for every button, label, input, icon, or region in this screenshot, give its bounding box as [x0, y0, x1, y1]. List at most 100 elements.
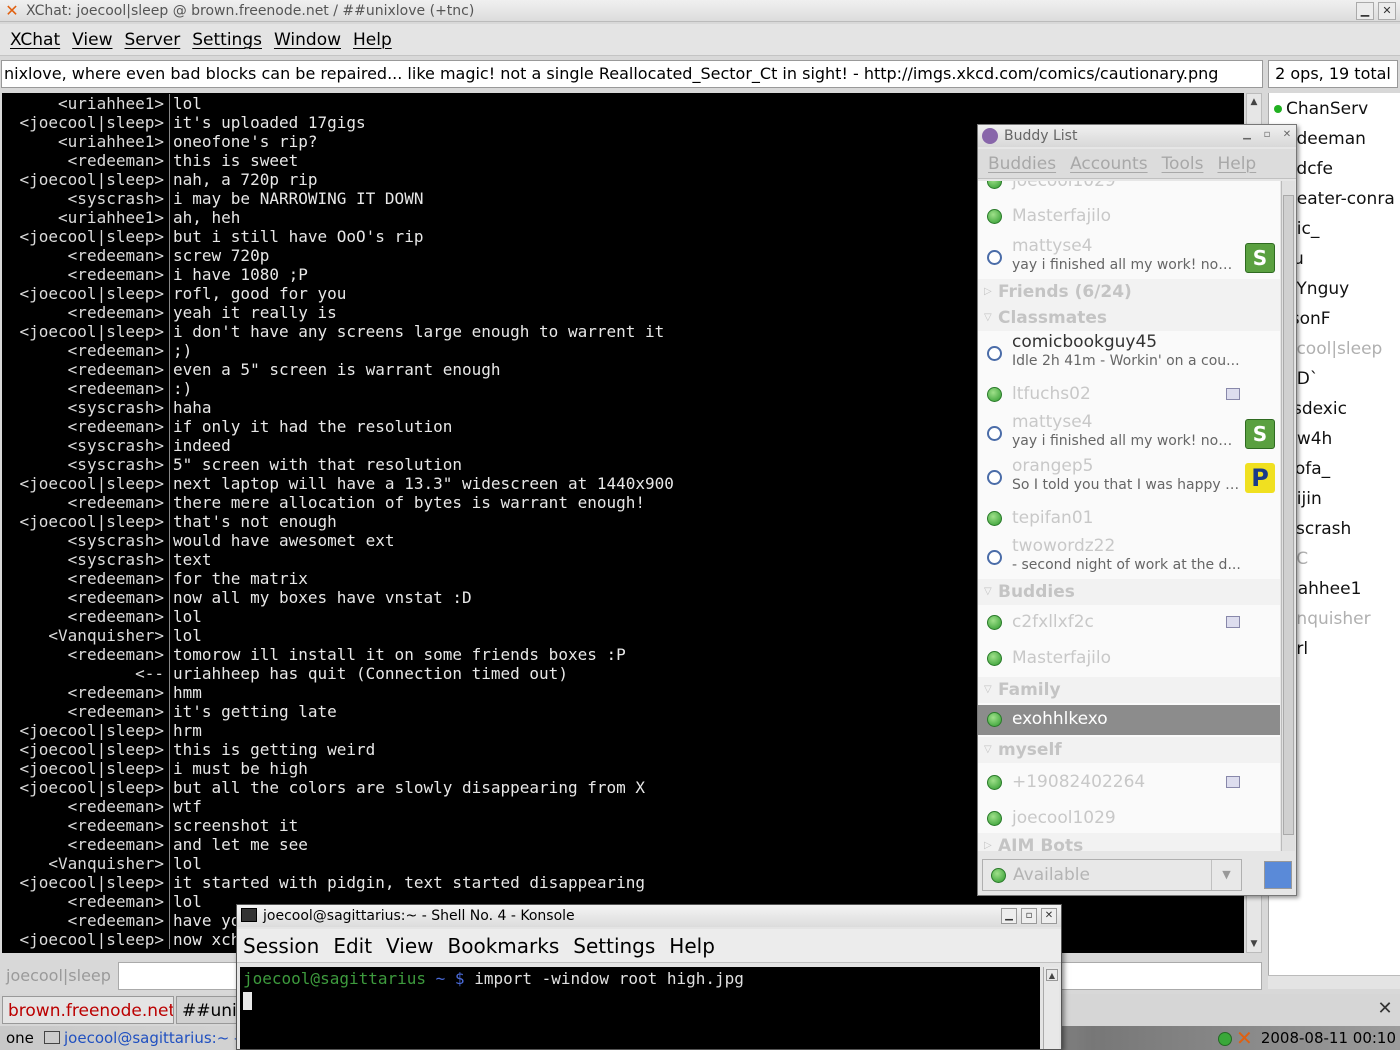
user-list-item[interactable]: ChanServ: [1269, 94, 1400, 124]
chat-nick[interactable]: <uriahhee1>: [58, 94, 164, 113]
chat-nick[interactable]: <redeeman>: [68, 417, 164, 436]
chat-nick[interactable]: <redeeman>: [68, 816, 164, 835]
close-icon[interactable]: ✕: [1280, 128, 1294, 142]
expander-closed-icon[interactable]: ▷: [984, 833, 992, 851]
chat-nick[interactable]: <syscrash>: [68, 531, 164, 550]
topic-field[interactable]: nixlove, where even bad blocks can be re…: [1, 60, 1263, 88]
scroll-up-arrow-icon[interactable]: ▲: [1046, 969, 1058, 981]
buddy-row[interactable]: twowordz22- second night of work at the …: [978, 535, 1280, 581]
menu-view[interactable]: View: [72, 24, 112, 56]
expander-closed-icon[interactable]: ▷: [984, 279, 992, 305]
chat-nick[interactable]: <syscrash>: [68, 189, 164, 208]
buddy-group-header[interactable]: ▽ Buddies: [978, 579, 1280, 605]
menu-help[interactable]: Help: [669, 929, 715, 963]
buddy-icon-button[interactable]: [1264, 861, 1292, 889]
buddy-row[interactable]: +19082402264: [978, 765, 1280, 801]
buddy-row[interactable]: Masterfajilo: [978, 199, 1280, 235]
chat-nick[interactable]: <joecool|sleep>: [20, 170, 165, 189]
buddy-row[interactable]: mattyse4 yay i finished all my work! now …: [978, 235, 1280, 281]
chat-nick[interactable]: <redeeman>: [68, 645, 164, 664]
status-selector[interactable]: Available ▼: [982, 859, 1242, 891]
chat-nick[interactable]: <syscrash>: [68, 398, 164, 417]
scroll-thumb[interactable]: [1283, 195, 1294, 835]
menu-window[interactable]: Window: [274, 24, 341, 56]
chat-nick[interactable]: <redeeman>: [68, 265, 164, 284]
chat-nick[interactable]: <redeeman>: [68, 303, 164, 322]
chat-nick[interactable]: <redeeman>: [68, 892, 164, 911]
close-tab-icon[interactable]: ✕: [1376, 1000, 1394, 1018]
desktop-label[interactable]: one: [6, 1026, 34, 1050]
chat-nick[interactable]: <--: [135, 664, 164, 683]
chat-nick[interactable]: <joecool|sleep>: [20, 778, 165, 797]
user-list-hscrollbar[interactable]: [1268, 975, 1400, 989]
buddy-row[interactable]: tepifan01: [978, 501, 1280, 537]
chat-nick[interactable]: <uriahhee1>: [58, 132, 164, 151]
expander-open-icon[interactable]: ▽: [984, 737, 992, 763]
chat-nick[interactable]: <Vanquisher>: [48, 854, 164, 873]
minimize-icon[interactable]: ▁: [1240, 128, 1254, 142]
chat-nick[interactable]: <joecool|sleep>: [20, 474, 165, 493]
buddy-tree[interactable]: joecool1029 Masterfajilo mattyse4 yay i fin…: [978, 181, 1280, 851]
menu-view[interactable]: View: [386, 929, 433, 963]
menu-tools[interactable]: Tools: [1162, 149, 1204, 179]
chat-nick[interactable]: <redeeman>: [68, 151, 164, 170]
chat-nick[interactable]: <joecool|sleep>: [20, 113, 165, 132]
chat-nick[interactable]: <redeeman>: [68, 569, 164, 588]
menu-buddies[interactable]: Buddies: [988, 149, 1056, 179]
buddy-scrollbar[interactable]: [1281, 181, 1295, 851]
buddy-row[interactable]: exohhlkexo: [978, 705, 1280, 735]
chat-nick[interactable]: <redeeman>: [68, 911, 164, 930]
buddy-row[interactable]: ltfuchs02: [978, 377, 1280, 413]
menu-edit[interactable]: Edit: [333, 929, 372, 963]
maximize-icon[interactable]: ▫: [1021, 908, 1037, 924]
menu-xchat[interactable]: XChat: [10, 24, 60, 56]
chat-nick[interactable]: <joecool|sleep>: [20, 284, 165, 303]
xchat-tray-icon[interactable]: ✕: [1236, 1026, 1253, 1050]
buddy-row[interactable]: joecool1029: [978, 181, 1280, 193]
buddy-row[interactable]: joecool1029: [978, 801, 1280, 837]
scroll-down-arrow-icon[interactable]: ▼: [1248, 938, 1260, 950]
chat-nick[interactable]: <redeeman>: [68, 702, 164, 721]
buddy-group-header[interactable]: ▽ Classmates: [978, 305, 1280, 331]
chat-nick[interactable]: <joecool|sleep>: [20, 759, 165, 778]
chat-nick[interactable]: <redeeman>: [68, 683, 164, 702]
chat-nick[interactable]: <joecool|sleep>: [20, 873, 165, 892]
minimize-button[interactable]: ▁: [1356, 2, 1374, 20]
menu-settings[interactable]: Settings: [573, 929, 655, 963]
chat-nick[interactable]: <uriahhee1>: [58, 208, 164, 227]
chat-nick[interactable]: <redeeman>: [68, 797, 164, 816]
chat-nick[interactable]: <redeeman>: [68, 588, 164, 607]
tab-server[interactable]: brown.freenode.net: [2, 996, 174, 1024]
buddy-group-header[interactable]: ▷ Friends (6/24): [978, 279, 1280, 305]
chat-nick[interactable]: <joecool|sleep>: [20, 721, 165, 740]
minimize-icon[interactable]: ▁: [1001, 908, 1017, 924]
maximize-icon[interactable]: ▫: [1260, 128, 1274, 142]
chat-nick[interactable]: <joecool|sleep>: [20, 512, 165, 531]
menu-settings[interactable]: Settings: [192, 24, 262, 56]
chat-nick[interactable]: <joecool|sleep>: [20, 227, 165, 246]
expander-open-icon[interactable]: ▽: [984, 305, 992, 331]
buddy-group-header[interactable]: ▽ myself: [978, 737, 1280, 763]
chat-nick[interactable]: <joecool|sleep>: [20, 740, 165, 759]
terminal-output[interactable]: joecool@sagittarius ~ $ import -window r…: [240, 967, 1040, 1049]
menu-help[interactable]: Help: [353, 24, 392, 56]
chat-nick[interactable]: <redeeman>: [68, 341, 164, 360]
menu-bookmarks[interactable]: Bookmarks: [448, 929, 560, 963]
buddy-row[interactable]: orangep5 So I told you that I was happy f…: [978, 455, 1280, 501]
menu-server[interactable]: Server: [124, 24, 180, 56]
chat-nick[interactable]: <redeeman>: [68, 379, 164, 398]
close-window-button[interactable]: ✕: [1378, 2, 1396, 20]
chat-nick[interactable]: <redeeman>: [68, 246, 164, 265]
buddy-row[interactable]: c2fxllxf2c: [978, 605, 1280, 641]
chat-nick[interactable]: <joecool|sleep>: [20, 930, 165, 949]
taskbar-task-konsole[interactable]: joecool@sagittarius:~ - S: [42, 1026, 254, 1050]
chat-nick[interactable]: <redeeman>: [68, 360, 164, 379]
buddy-group-header[interactable]: ▽ Family: [978, 677, 1280, 703]
terminal-scrollbar[interactable]: ▲: [1043, 967, 1059, 1049]
chat-nick[interactable]: <syscrash>: [68, 550, 164, 569]
buddy-row[interactable]: mattyse4 yay i finished all my work! now …: [978, 411, 1280, 457]
menu-session[interactable]: Session: [243, 929, 319, 963]
menu-accounts[interactable]: Accounts: [1070, 149, 1148, 179]
expander-open-icon[interactable]: ▽: [984, 677, 992, 703]
chat-nick[interactable]: <syscrash>: [68, 455, 164, 474]
